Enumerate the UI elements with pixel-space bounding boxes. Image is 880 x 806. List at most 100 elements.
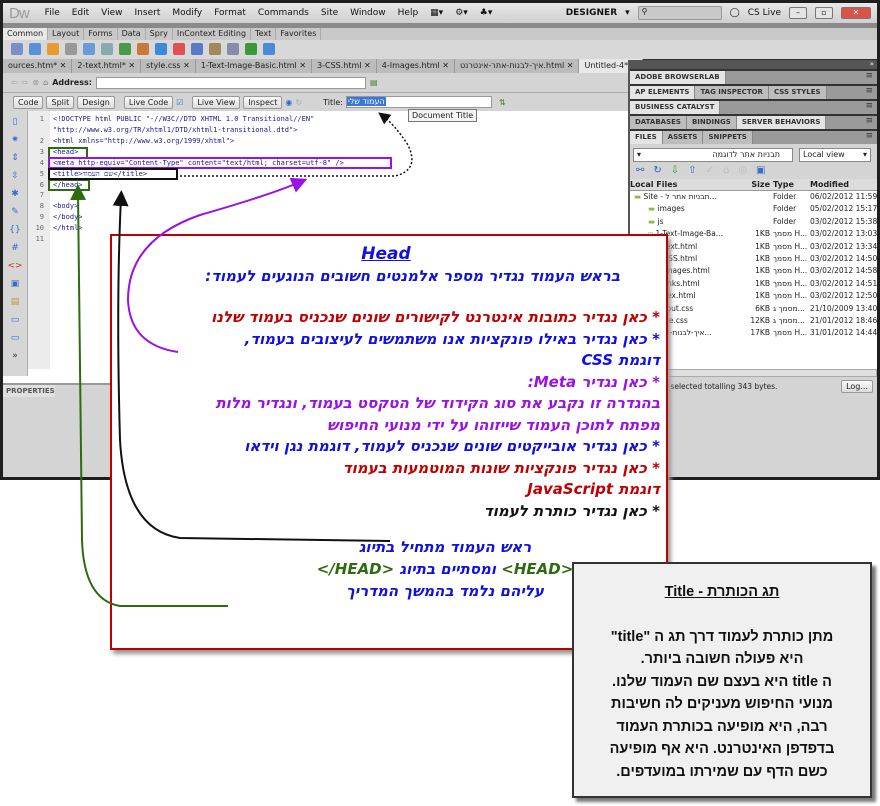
panel-tab[interactable]: BINDINGS xyxy=(686,116,737,129)
refresh-icon[interactable]: ↻ xyxy=(295,98,302,107)
line-numbers-icon[interactable]: # xyxy=(11,243,19,253)
expand-icon[interactable]: ▣ xyxy=(756,165,765,176)
restore-button[interactable]: ▫ xyxy=(815,7,833,19)
put-files-icon[interactable]: ⇧ xyxy=(688,165,696,176)
file-row[interactable]: ▬ js Folder 03/02/2012 15:38 xyxy=(630,215,877,229)
browser-options-icon[interactable]: ▤ xyxy=(370,78,378,87)
doc-tab[interactable]: ources.htm* ✕ xyxy=(3,59,73,73)
menu-help[interactable]: Help xyxy=(398,8,419,18)
sync-icon[interactable]: ◎ xyxy=(738,165,747,176)
menu-modify[interactable]: Modify xyxy=(172,8,202,18)
extend-gear-icon[interactable]: ⚙▾ xyxy=(455,8,468,18)
select-parent-tag-icon[interactable]: ✎ xyxy=(11,207,19,217)
get-files-icon[interactable]: ⇩ xyxy=(671,165,679,176)
insert-tab-common[interactable]: Common xyxy=(3,28,49,40)
code-line[interactable]: </html> xyxy=(53,224,83,232)
check-browser-icon[interactable]: ☑ xyxy=(176,98,183,107)
doc-tab[interactable]: 3-CSS.html ✕ xyxy=(312,59,377,73)
file-row[interactable]: ▬ Site - תבניות אתר ל... Folder 06/02/2012… xyxy=(630,191,877,204)
file-row[interactable]: ▬ images Folder 05/02/2012 15:17 xyxy=(630,203,877,216)
media-icon[interactable] xyxy=(137,43,149,55)
menu-window[interactable]: Window xyxy=(350,8,386,18)
menu-commands[interactable]: Commands xyxy=(258,8,309,18)
panel-tab[interactable]: SNIPPETS xyxy=(703,131,753,144)
file-management-icon[interactable]: ⇅ xyxy=(499,98,506,107)
panel-tab[interactable]: BUSINESS CATALYST xyxy=(630,101,721,114)
panel-tab[interactable]: SERVER BEHAVIORS xyxy=(736,116,827,129)
split-view-button[interactable]: Split xyxy=(46,95,75,109)
insert-tab-incontext[interactable]: InContext Editing xyxy=(173,28,252,40)
head-icon[interactable] xyxy=(209,43,221,55)
col-size[interactable]: Size xyxy=(748,179,770,190)
panel-tab[interactable]: ADOBE BROWSERLAB xyxy=(630,71,726,84)
refresh-icon[interactable]: ↻ xyxy=(653,165,661,176)
menu-edit[interactable]: Edit xyxy=(72,8,89,18)
site-icon[interactable]: ♣▾ xyxy=(480,8,493,18)
open-documents-icon[interactable]: ▯ xyxy=(13,117,18,127)
insert-tab-favorites[interactable]: Favorites xyxy=(276,28,322,40)
stop-icon[interactable]: ⊗ xyxy=(32,78,39,87)
syntax-error-icon[interactable]: ▣ xyxy=(11,279,20,289)
more-icon[interactable]: » xyxy=(12,351,18,361)
doc-tab[interactable]: 2-text.html* ✕ xyxy=(72,59,142,73)
menu-site[interactable]: Site xyxy=(321,8,338,18)
code-line[interactable]: "http://www.w3.org/TR/xhtml1/DTD/xhtml1-… xyxy=(53,126,297,134)
panel-tab[interactable]: TAG INSPECTOR xyxy=(695,86,769,99)
remove-comment-icon[interactable]: ▭ xyxy=(11,333,20,343)
panel-tab[interactable]: DATABASES xyxy=(630,116,687,129)
properties-tab[interactable]: PROPERTIES xyxy=(3,385,55,397)
live-code-button[interactable]: Live Code xyxy=(123,95,174,109)
workspace-switcher[interactable]: DESIGNER xyxy=(566,8,617,18)
script-icon[interactable] xyxy=(227,43,239,55)
panel-menu-icon[interactable]: ≡ xyxy=(865,131,877,144)
templates-icon[interactable] xyxy=(245,43,257,55)
help-search-input[interactable]: ⚲ xyxy=(637,6,722,20)
hyperlink-icon[interactable] xyxy=(11,43,23,55)
chevron-down-icon[interactable]: ▾ xyxy=(625,8,630,18)
expand-all-icon[interactable]: ✱ xyxy=(11,189,19,199)
inspect-button[interactable]: Inspect xyxy=(243,95,283,109)
balance-braces-icon[interactable]: {} xyxy=(9,225,20,235)
code-line[interactable]: <body> xyxy=(53,202,78,210)
insert-tab-layout[interactable]: Layout xyxy=(48,28,85,40)
panel-menu-icon[interactable]: ≡ xyxy=(865,71,877,84)
insert-tab-text[interactable]: Text xyxy=(251,28,277,40)
doc-tab[interactable]: 4-Images.html ✕ xyxy=(377,59,455,73)
image-icon[interactable] xyxy=(119,43,131,55)
close-button[interactable]: ✕ xyxy=(841,7,871,19)
insert-tab-spry[interactable]: Spry xyxy=(146,28,173,40)
preview-globe-icon[interactable]: ◉ xyxy=(285,98,292,107)
menu-file[interactable]: File xyxy=(45,8,60,18)
view-select[interactable]: Local view ▾ xyxy=(799,148,871,162)
code-line[interactable]: <html xmlns="http://www.w3.org/1999/xhtm… xyxy=(53,137,234,145)
panel-tab[interactable]: FILES xyxy=(630,131,663,144)
panel-menu-icon[interactable]: ≡ xyxy=(865,86,877,99)
home-icon[interactable]: ⌂ xyxy=(43,78,48,87)
insert-tab-forms[interactable]: Forms xyxy=(84,28,118,40)
panel-menu-icon[interactable]: ≡ xyxy=(865,101,877,114)
col-type[interactable]: Type xyxy=(770,179,810,190)
email-link-icon[interactable] xyxy=(29,43,41,55)
collapse-tag-icon[interactable]: ⇕ xyxy=(11,153,19,163)
comment-icon[interactable] xyxy=(191,43,203,55)
layout-icon[interactable]: ▦▾ xyxy=(430,8,443,18)
code-line[interactable]: <!DOCTYPE html PUBLIC "-//W3C//DTD XHTML… xyxy=(53,115,314,123)
log-button[interactable]: Log... xyxy=(841,380,873,393)
menu-insert[interactable]: Insert xyxy=(135,8,161,18)
col-modified[interactable]: Modified xyxy=(810,179,877,190)
horizontal-rule-icon[interactable] xyxy=(65,43,77,55)
anchor-icon[interactable] xyxy=(47,43,59,55)
panel-menu-icon[interactable]: ≡ xyxy=(865,116,877,129)
cs-live-icon[interactable]: ◯ xyxy=(730,8,740,18)
panel-tab[interactable]: CSS STYLES xyxy=(768,86,827,99)
document-title-input[interactable]: העמוד שלי xyxy=(345,96,492,108)
design-view-button[interactable]: Design xyxy=(77,95,115,109)
check-in-icon[interactable]: ⌂ xyxy=(723,165,729,176)
site-select[interactable]: תבניות אתר לדוגמה ▾ xyxy=(633,148,793,162)
col-local-files[interactable]: Local Files xyxy=(630,179,748,190)
forward-icon[interactable]: ⇨ xyxy=(22,78,29,87)
live-view-button[interactable]: Live View xyxy=(192,95,241,109)
show-code-navigator-icon[interactable]: ✷ xyxy=(11,135,19,145)
code-view-button[interactable]: Code xyxy=(13,95,44,109)
cs-live[interactable]: CS Live xyxy=(748,8,781,18)
